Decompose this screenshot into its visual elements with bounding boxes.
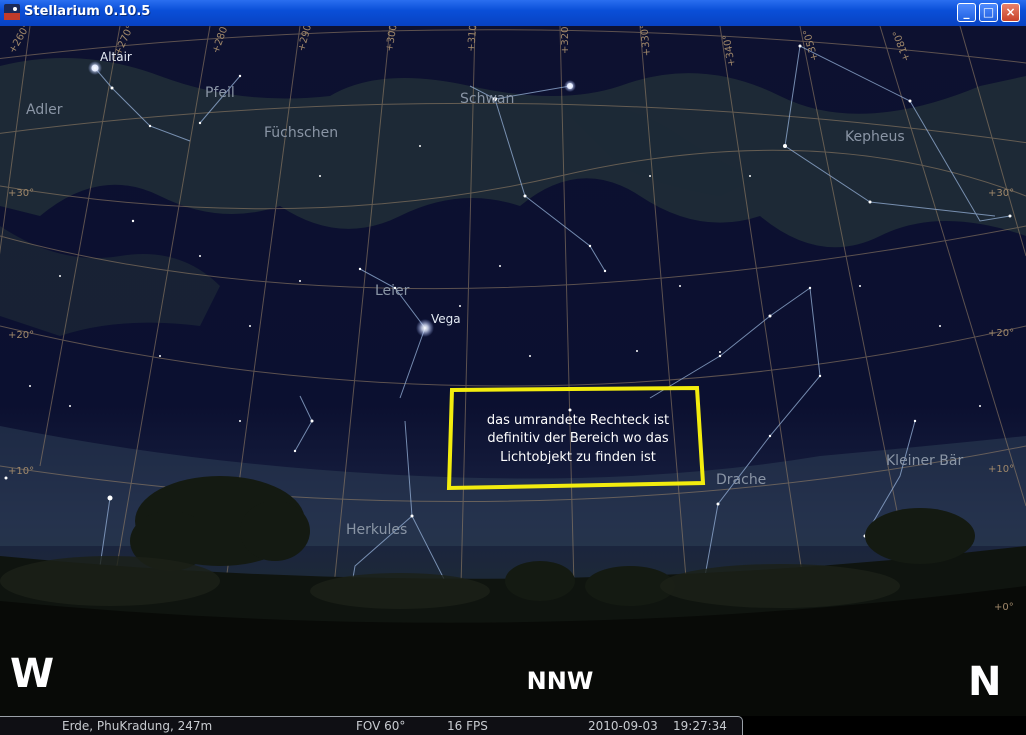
maximize-button[interactable]: □ <box>979 3 998 22</box>
label-drache: Drache <box>716 472 766 488</box>
stellarium-app-icon <box>4 4 20 20</box>
label-schwan: Schwan <box>460 91 514 107</box>
annotation-text-line-3: Lichtobjekt zu finden ist <box>500 450 656 465</box>
status-fps: 16 FPS <box>447 719 488 733</box>
annotation-text-line-2: definitiv der Bereich wo das <box>487 431 669 446</box>
label-leier: Leier <box>375 283 410 299</box>
alt-label-left-20: +20° <box>8 330 34 341</box>
alt-label-left-30: +30° <box>8 188 34 199</box>
label-pfeil: Pfeil <box>205 85 235 101</box>
label-kepheus: Kepheus <box>845 129 905 145</box>
status-fov: FOV 60° <box>356 719 406 733</box>
label-herkules: Herkules <box>346 522 407 538</box>
alt-label-left-10: +10° <box>8 466 34 477</box>
alt-label-right-10: +10° <box>988 464 1014 475</box>
label-kleiner-baer: Kleiner Bär <box>886 453 963 469</box>
bright-star[interactable] <box>564 80 576 92</box>
title-bar: Stellarium 0.10.5 _ □ × <box>0 0 1026 26</box>
label-adler: Adler <box>26 102 63 118</box>
window-title: Stellarium 0.10.5 <box>24 4 151 19</box>
compass-west: W <box>10 651 54 697</box>
minimize-button[interactable]: _ <box>957 3 976 22</box>
status-location: Erde, PhuKradung, 247m <box>62 719 213 733</box>
close-button[interactable]: × <box>1001 3 1020 22</box>
alt-label-right-0: +0° <box>994 602 1014 613</box>
annotation-text-line-1: das umrandete Rechteck ist <box>487 413 669 428</box>
label-fuechschen: Füchschen <box>264 125 338 141</box>
label-vega: Vega <box>431 312 461 326</box>
compass-north: N <box>968 659 1001 705</box>
status-time: 19:27:34 <box>673 719 727 733</box>
sky-canvas[interactable]: Adler Pfeil Füchschen Schwan Kepheus Lei… <box>0 26 1026 716</box>
sky-view[interactable]: Adler Pfeil Füchschen Schwan Kepheus Lei… <box>0 26 1026 716</box>
alt-label-right-30: +30° <box>988 188 1014 199</box>
status-bar: Erde, PhuKradung, 247m FOV 60° 16 FPS 20… <box>0 716 743 735</box>
status-date: 2010-09-03 <box>588 719 658 733</box>
az-label-320: +320° <box>560 26 571 54</box>
alt-label-right-20: +20° <box>988 328 1014 339</box>
compass-nnw: NNW <box>527 667 594 695</box>
